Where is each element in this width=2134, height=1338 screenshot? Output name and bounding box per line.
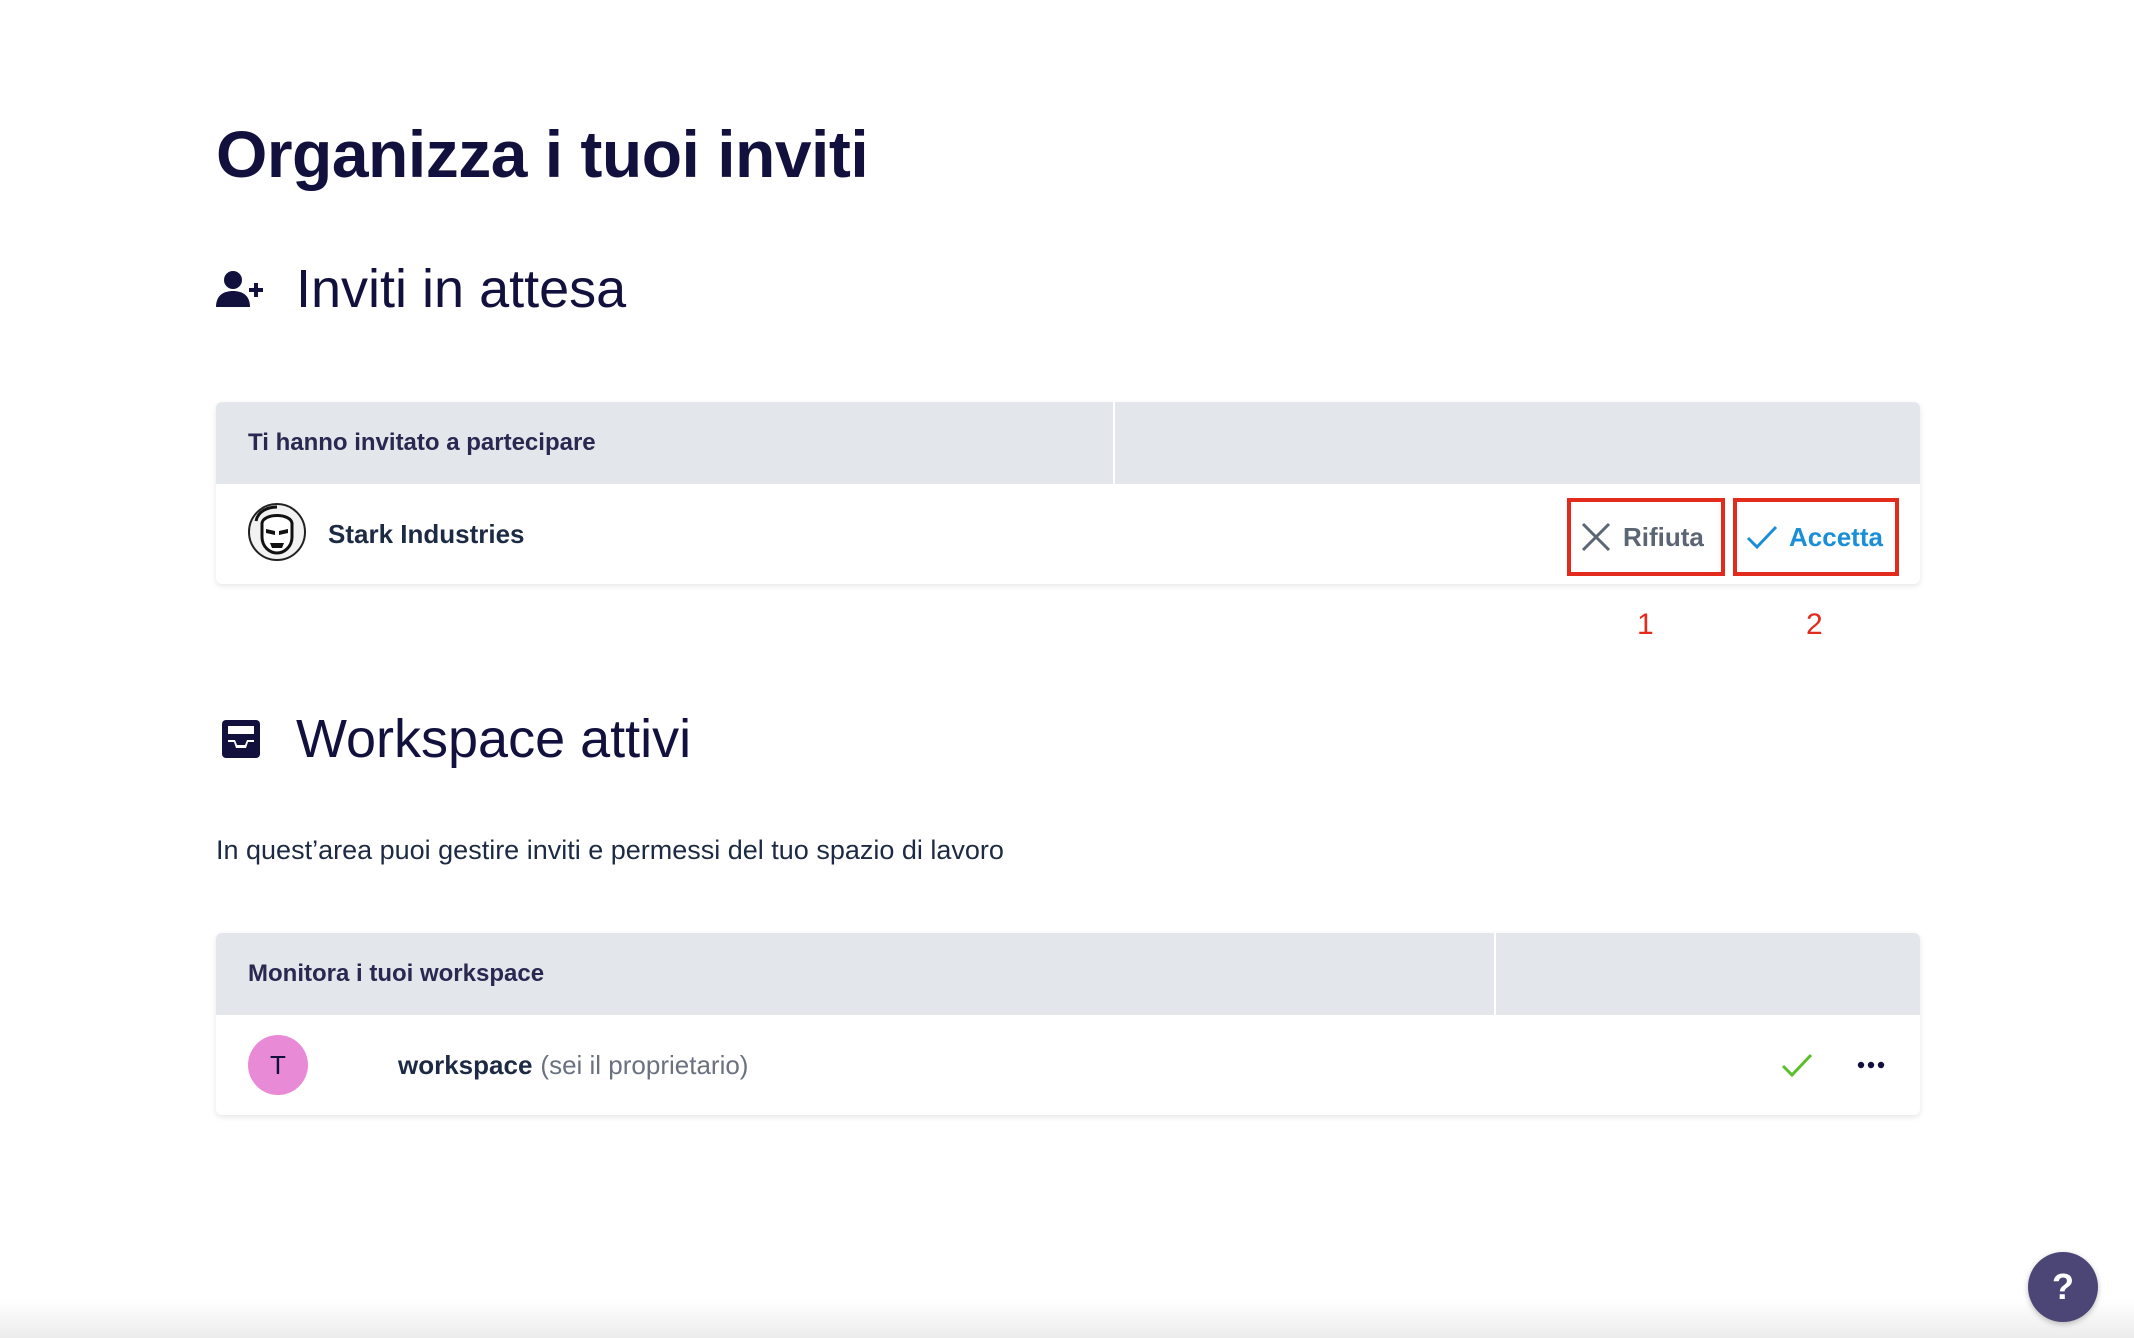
reject-button[interactable]: Rifiuta [1567,498,1725,576]
column-divider [1113,402,1115,484]
workspace-name-cell[interactable]: workspace (sei il proprietario) [398,1015,748,1115]
accept-button[interactable]: Accetta [1733,498,1899,576]
active-workspaces-description: In quest’area puoi gestire inviti e perm… [216,835,1004,865]
pending-invites-table: Ti hanno invitato a partecipare Stark In… [216,402,1920,584]
org-logo-icon [248,503,306,561]
table-row: T workspace (sei il proprietario) [216,1015,1920,1115]
table-header-label: Monitora i tuoi workspace [248,960,545,987]
bottom-fade [0,1300,2134,1338]
annotation-marker-1: 1 [1637,608,1654,641]
inbox-icon [216,714,266,764]
workspace-avatar: T [248,1035,308,1095]
workspace-name: workspace [398,1050,533,1080]
pending-invites-header: Inviti in attesa [216,258,626,320]
page-title: Organizza i tuoi inviti [216,117,869,191]
help-button[interactable]: ? [2028,1252,2098,1322]
active-workspaces-header: Workspace attivi [216,708,691,770]
table-header-label: Ti hanno invitato a partecipare [248,429,596,456]
table-row: Stark Industries Rifiuta Accetta [216,484,1920,584]
pending-invites-title: Inviti in attesa [296,259,627,319]
column-divider [1494,933,1496,1015]
close-icon [1579,520,1613,554]
reject-label: Rifiuta [1623,521,1704,552]
owner-note: (sei il proprietario) [540,1050,749,1080]
active-check-icon [1780,1049,1814,1086]
accept-label: Accetta [1789,521,1883,552]
annotation-marker-2: 2 [1806,608,1823,641]
table-header: Ti hanno invitato a partecipare [216,402,1920,484]
active-workspaces-title: Workspace attivi [296,709,692,769]
org-name: Stark Industries [328,519,525,549]
table-header: Monitora i tuoi workspace [216,933,1920,1015]
workspaces-table: Monitora i tuoi workspace T workspace (se… [216,933,1920,1115]
user-plus-icon [216,264,266,314]
more-options-icon[interactable] [1856,1049,1886,1086]
check-icon [1745,520,1779,554]
